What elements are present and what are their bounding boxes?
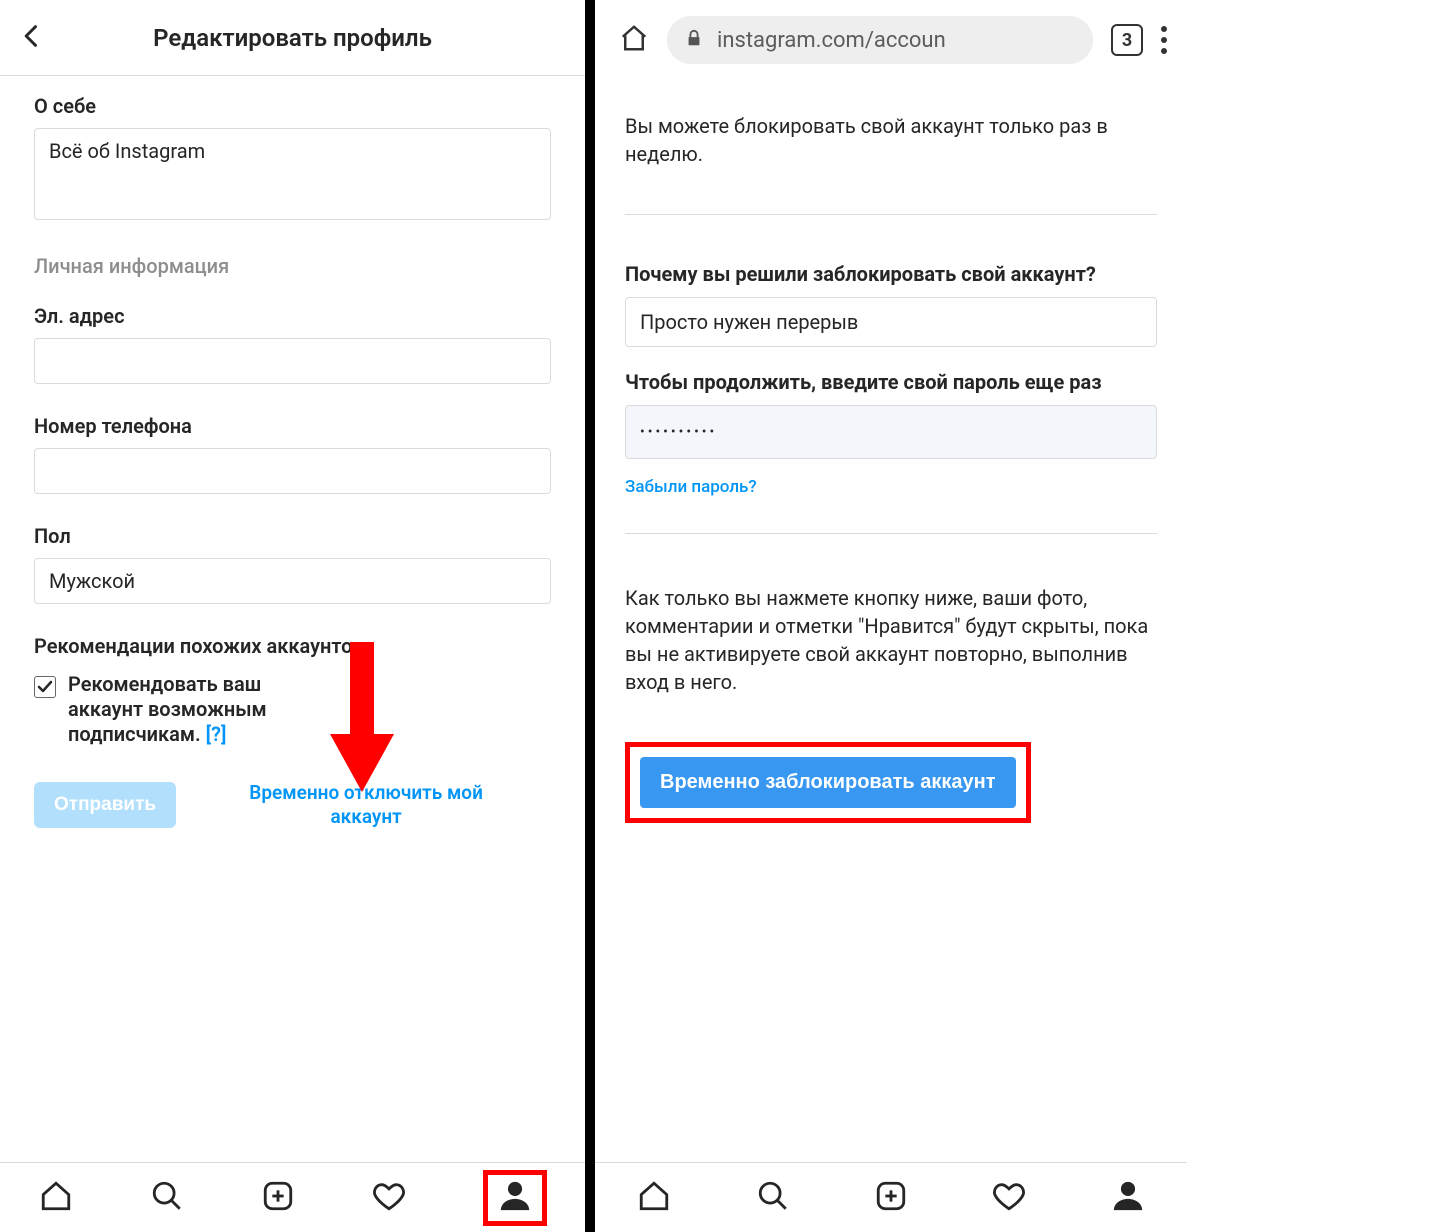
reason-label: Почему вы решили заблокировать свой акка… [625,261,1157,287]
left-header: Редактировать профиль [0,0,585,75]
disable-account-form: Вы можете блокировать свой аккаунт тольк… [595,80,1187,1162]
screen-divider [585,0,595,1232]
tabs-count[interactable]: 3 [1111,24,1143,56]
bottom-nav-right [595,1162,1187,1232]
about-label: О себе [34,94,551,118]
personal-info-heading: Личная информация [34,254,551,278]
url-bar[interactable]: instagram.com/accoun [667,16,1093,64]
nav-search-icon[interactable] [150,1179,184,1217]
email-field[interactable] [34,338,551,384]
nav-add-icon[interactable] [874,1179,908,1217]
lock-icon [685,28,703,52]
password-label: Чтобы продолжить, введите свой пароль ещ… [625,369,1157,395]
divider-line [625,214,1157,215]
disable-account-button[interactable]: Временно заблокировать аккаунт [640,757,1016,808]
browser-home-icon[interactable] [619,23,649,57]
help-link[interactable]: [?] [206,722,227,746]
nav-activity-icon[interactable] [372,1179,406,1217]
recommend-text-content: Рекомендовать ваш аккаунт возможным подп… [68,672,267,746]
confirm-info: Как только вы нажмете кнопку ниже, ваши … [625,584,1157,696]
info-top: Вы можете блокировать свой аккаунт тольк… [625,112,1157,168]
edit-profile-form: О себе Личная информация Эл. адрес Номер… [0,75,585,1162]
back-icon[interactable] [18,22,46,54]
url-text: instagram.com/accoun [717,28,946,53]
edit-profile-screen: Редактировать профиль О себе Личная инфо… [0,0,585,1232]
reason-select[interactable]: Просто нужен перерыв [625,297,1157,347]
email-label: Эл. адрес [34,304,551,328]
nav-home-icon[interactable] [39,1179,73,1217]
page-title: Редактировать профиль [0,24,585,52]
disable-account-screen: instagram.com/accoun 3 Вы можете блокиро… [595,0,1187,1232]
about-textarea[interactable] [34,128,551,220]
nav-activity-icon[interactable] [992,1179,1026,1217]
browser-menu-icon[interactable] [1161,26,1167,54]
submit-button[interactable]: Отправить [34,782,176,828]
recommend-heading: Рекомендации похожих аккаунтов [34,634,551,658]
nav-profile-icon[interactable] [1111,1179,1145,1217]
annotation-highlight: Временно заблокировать аккаунт [625,742,1031,823]
recommend-checkbox[interactable] [34,676,56,698]
gender-label: Пол [34,524,551,548]
recommend-text: Рекомендовать ваш аккаунт возможным подп… [68,672,328,747]
gender-field[interactable] [34,558,551,604]
bottom-nav-left [0,1162,585,1232]
phone-field[interactable] [34,448,551,494]
forgot-password-link[interactable]: Забыли пароль? [625,477,1157,497]
divider-line-2 [625,533,1157,534]
nav-search-icon[interactable] [756,1179,790,1217]
nav-profile-icon[interactable] [483,1170,547,1226]
nav-add-icon[interactable] [261,1179,295,1217]
disable-account-link[interactable]: Временно отключить мой аккаунт [216,781,516,829]
browser-toolbar: instagram.com/accoun 3 [595,0,1187,80]
nav-home-icon[interactable] [637,1179,671,1217]
password-field[interactable]: •••••••••• [625,405,1157,459]
phone-label: Номер телефона [34,414,551,438]
